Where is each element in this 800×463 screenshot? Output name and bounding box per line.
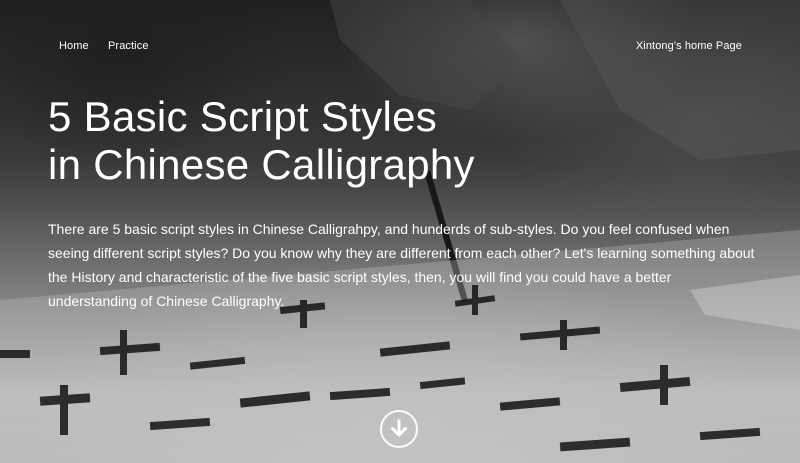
nav-home-link[interactable]: Home — [59, 40, 89, 52]
scroll-down-button[interactable] — [380, 410, 418, 448]
arrow-down-circle-icon — [391, 419, 407, 437]
page-title-line-2: in Chinese Calligraphy — [48, 141, 475, 188]
nav-practice-link[interactable]: Practice — [108, 40, 149, 52]
top-navigation: Home Practice Xintong's home Page — [0, 40, 800, 56]
nav-owner-home-link[interactable]: Xintong's home Page — [636, 40, 742, 52]
intro-paragraph: There are 5 basic script styles in Chine… — [48, 221, 755, 309]
page-title-line-1: 5 Basic Script Styles — [48, 93, 438, 140]
page-title: 5 Basic Script Styles in Chinese Calligr… — [48, 93, 748, 189]
